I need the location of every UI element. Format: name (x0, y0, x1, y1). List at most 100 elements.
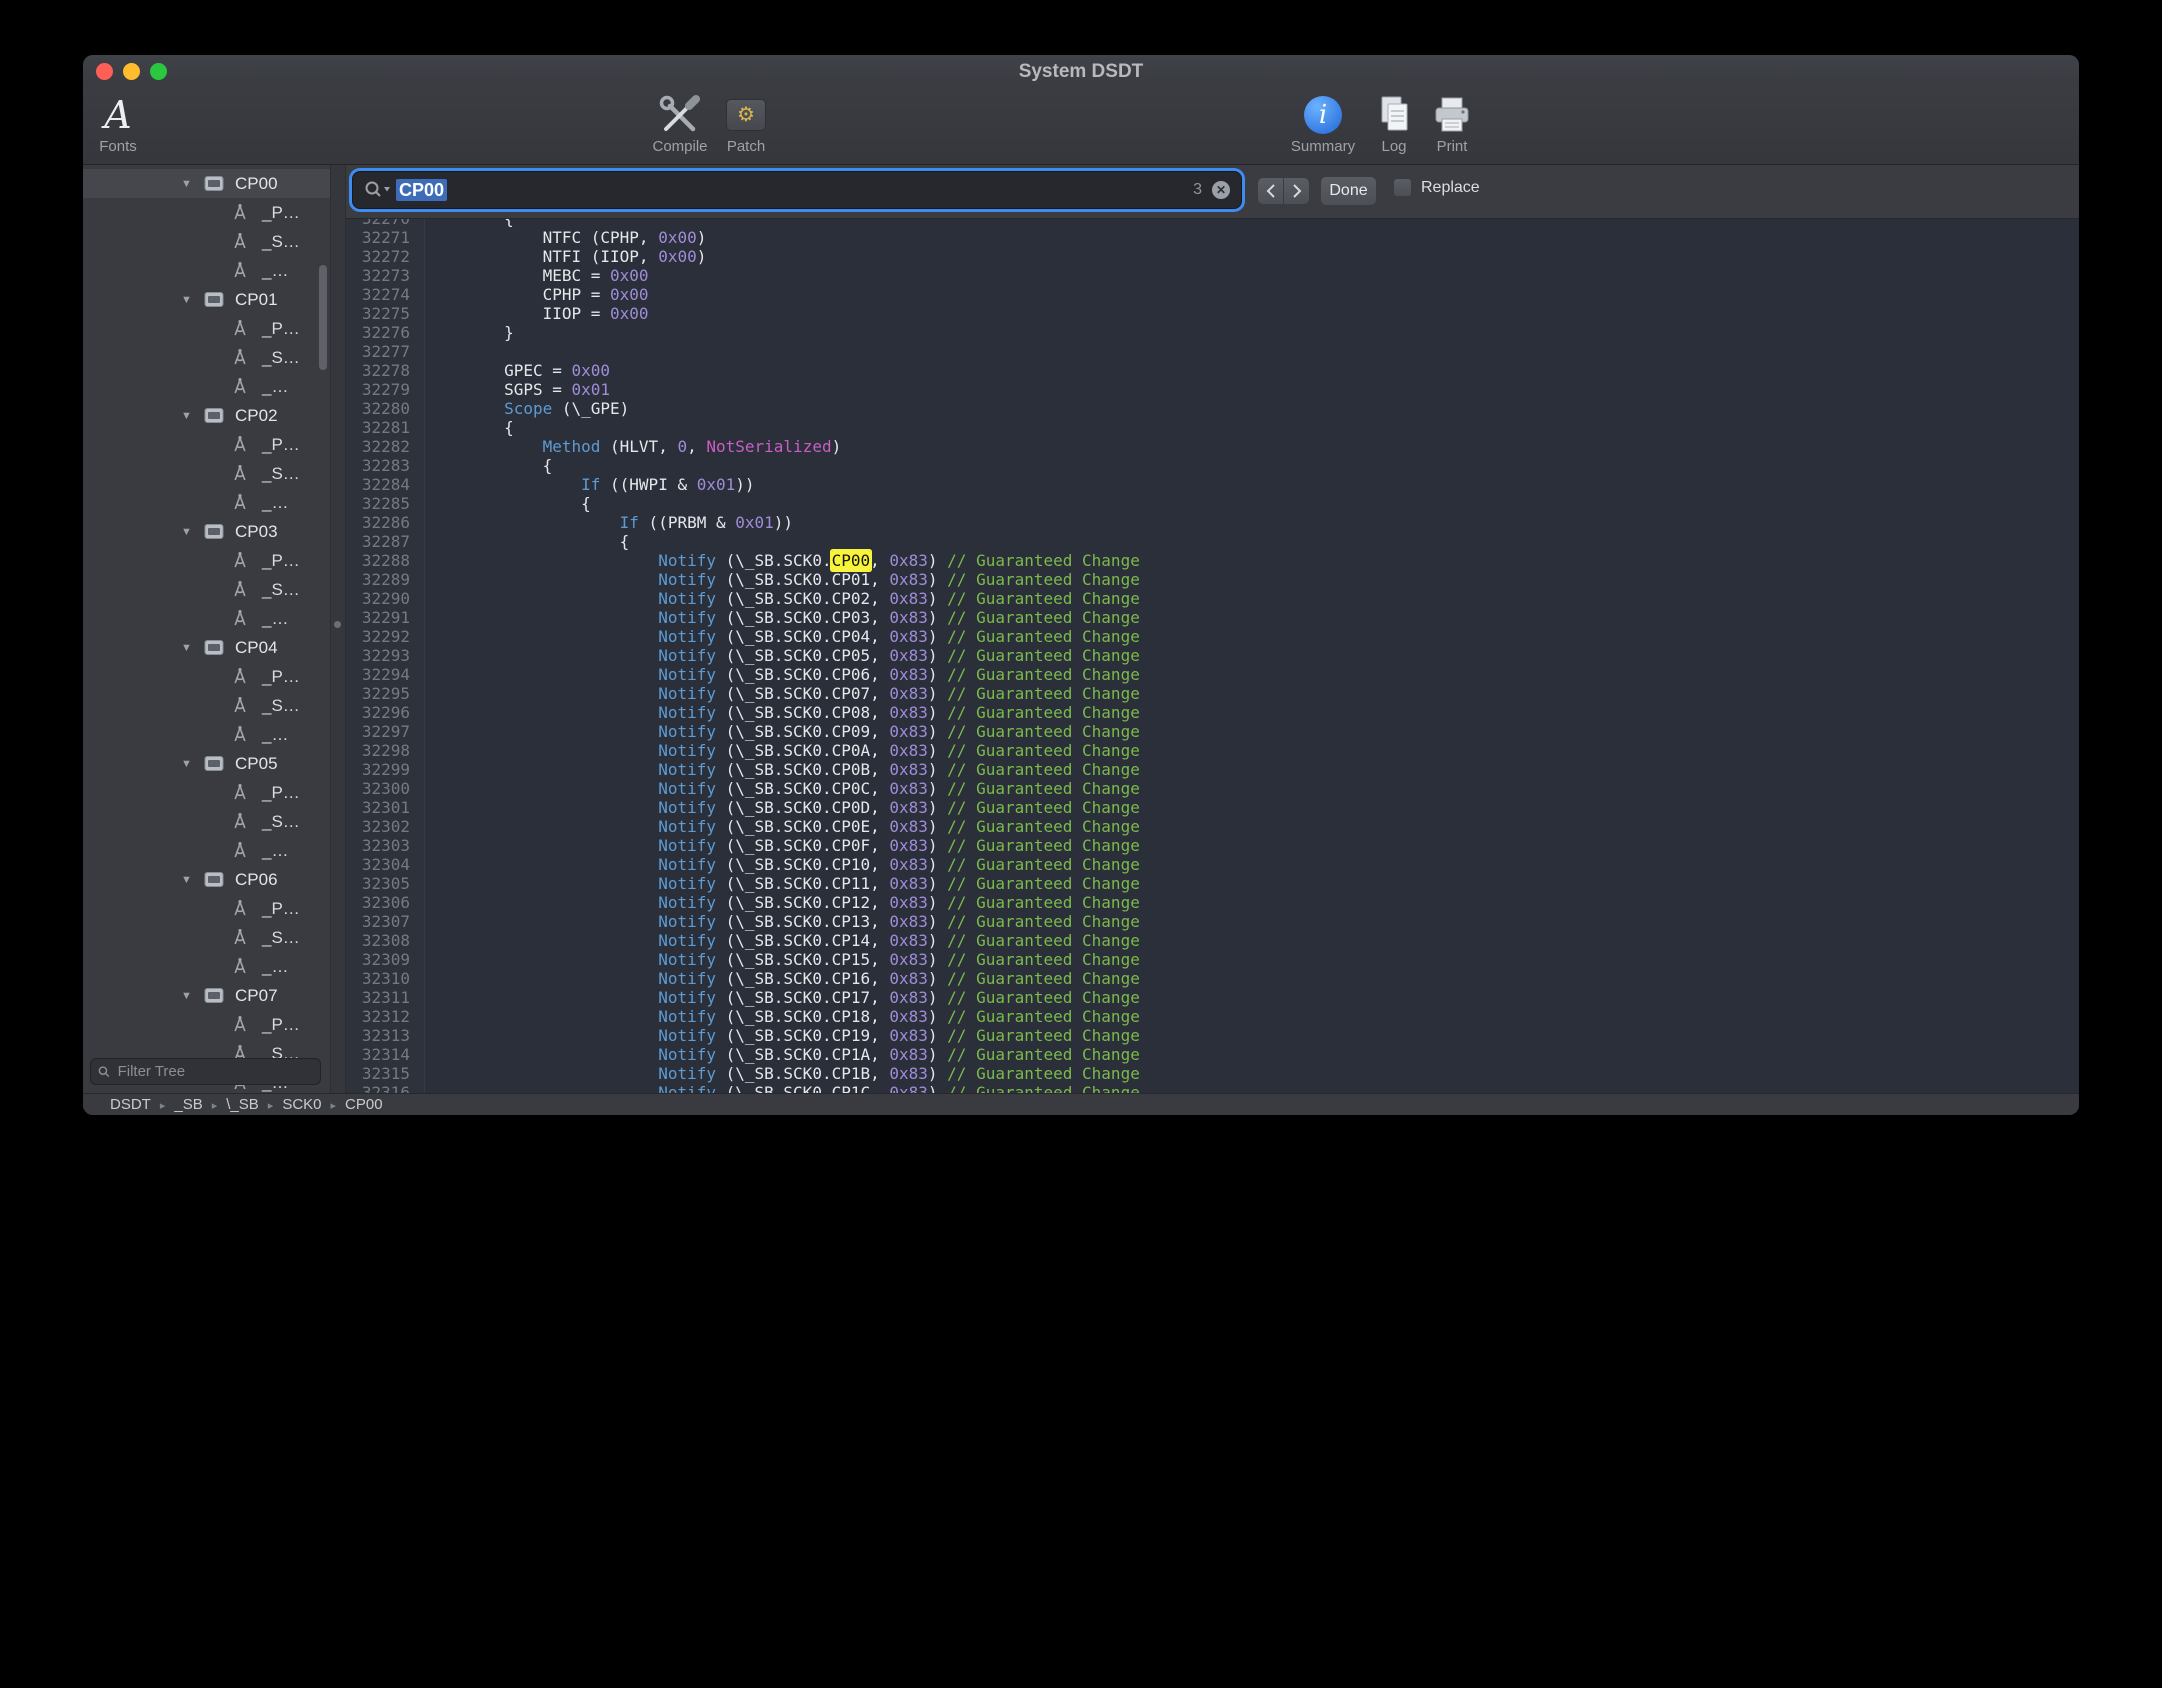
fonts-icon: A (104, 96, 131, 134)
window-title: System DSDT (83, 55, 2079, 89)
code-line: 32285 { (346, 494, 2079, 513)
close-button[interactable] (96, 63, 113, 80)
code-text: Notify (\_SB.SCK0.CP1C, 0x83) // Guarant… (424, 1083, 1140, 1093)
tree-child-item[interactable]: _… (83, 604, 330, 633)
disclosure-triangle-icon[interactable]: ▼ (181, 294, 196, 306)
code-editor[interactable]: 32270 {32271 NTFC (CPHP, 0x00)32272 NTFI… (346, 219, 2079, 1093)
search-menu-icon[interactable] (364, 180, 392, 200)
breadcrumb-item[interactable]: \_SB (226, 1096, 259, 1113)
breadcrumb-item[interactable]: SCK0 (282, 1096, 321, 1113)
breadcrumb-item[interactable]: CP00 (345, 1096, 383, 1113)
tree-child-item[interactable]: _… (83, 488, 330, 517)
tree-child-item[interactable]: _P… (83, 198, 330, 227)
line-number: 32302 (346, 817, 424, 836)
breadcrumb-separator-icon: ▸ (331, 1100, 337, 1112)
tree-item-cp03[interactable]: ▼CP03 (83, 517, 330, 546)
tree-child-item[interactable]: _P… (83, 430, 330, 459)
breadcrumb-item[interactable]: _SB (174, 1096, 202, 1113)
tree-child-item[interactable]: _… (83, 836, 330, 865)
fonts-button[interactable]: A Fonts (83, 91, 163, 155)
clear-search-icon[interactable]: ✕ (1212, 181, 1230, 199)
tree-child-item[interactable]: _S… (83, 459, 330, 488)
tree-child-item[interactable]: _… (83, 720, 330, 749)
filter-field[interactable] (90, 1058, 321, 1085)
tree-child-item[interactable]: _S… (83, 691, 330, 720)
tree-item-cp06[interactable]: ▼CP06 (83, 865, 330, 894)
code-text: Notify (\_SB.SCK0.CP0F, 0x83) // Guarant… (424, 836, 1140, 855)
print-button[interactable]: Print (1407, 91, 1497, 155)
pane-splitter[interactable] (330, 165, 346, 1093)
tree-item-cp05[interactable]: ▼CP05 (83, 749, 330, 778)
breadcrumb-separator-icon: ▸ (212, 1100, 218, 1112)
code-text: Notify (\_SB.SCK0.CP0C, 0x83) // Guarant… (424, 779, 1140, 798)
compass-icon (231, 812, 251, 831)
search-field[interactable]: CP00 3 ✕ (353, 172, 1241, 208)
tree-child-item[interactable]: _P… (83, 546, 330, 575)
tree-child-item[interactable]: _S… (83, 227, 330, 256)
compass-icon (231, 348, 251, 367)
code-text: Notify (\_SB.SCK0.CP04, 0x83) // Guarant… (424, 627, 1140, 646)
chevron-right-icon (1292, 184, 1302, 198)
code-text: Notify (\_SB.SCK0.CP0E, 0x83) // Guarant… (424, 817, 1140, 836)
code-text: Notify (\_SB.SCK0.CP10, 0x83) // Guarant… (424, 855, 1140, 874)
tree-child-item[interactable]: _S… (83, 343, 330, 372)
tree-child-item[interactable]: _P… (83, 778, 330, 807)
tree-child-item[interactable]: _S… (83, 575, 330, 604)
disclosure-triangle-icon[interactable]: ▼ (181, 874, 196, 886)
tree-item-label: _S… (262, 348, 300, 368)
sidebar-scrollbar[interactable] (319, 265, 327, 370)
minimize-button[interactable] (123, 63, 140, 80)
find-next-button[interactable] (1283, 177, 1310, 205)
tree-item-label: CP01 (235, 290, 278, 310)
line-number: 32297 (346, 722, 424, 741)
code-text: NTFC (CPHP, 0x00) (424, 228, 706, 247)
code-line: 32276 } (346, 323, 2079, 342)
code-text: If ((PRBM & 0x01)) (424, 513, 793, 532)
done-button[interactable]: Done (1320, 176, 1377, 206)
code-text: Notify (\_SB.SCK0.CP12, 0x83) // Guarant… (424, 893, 1140, 912)
disclosure-triangle-icon[interactable]: ▼ (181, 990, 196, 1002)
code-line: 32313 Notify (\_SB.SCK0.CP19, 0x83) // G… (346, 1026, 2079, 1045)
tree-item-label: CP02 (235, 406, 278, 426)
code-line: 32311 Notify (\_SB.SCK0.CP17, 0x83) // G… (346, 988, 2079, 1007)
disclosure-triangle-icon[interactable]: ▼ (181, 178, 196, 190)
tree-item-cp01[interactable]: ▼ CP01 (83, 285, 330, 314)
code-text: SGPS = 0x01 (424, 380, 610, 399)
code-text: Notify (\_SB.SCK0.CP16, 0x83) // Guarant… (424, 969, 1140, 988)
tree-item-cp04[interactable]: ▼CP04 (83, 633, 330, 662)
line-number: 32299 (346, 760, 424, 779)
disclosure-triangle-icon[interactable]: ▼ (181, 758, 196, 770)
tree-child-item[interactable]: _P… (83, 314, 330, 343)
tree-child-item[interactable]: _P… (83, 894, 330, 923)
tree-child-item[interactable]: _S… (83, 923, 330, 952)
compass-icon (231, 783, 251, 802)
filter-tree-input[interactable] (116, 1062, 313, 1081)
line-number: 32278 (346, 361, 424, 380)
tree-item-cp00[interactable]: ▼CP00 (83, 169, 330, 198)
tree-child-item[interactable]: _S… (83, 807, 330, 836)
tree-item-cp07[interactable]: ▼CP07 (83, 981, 330, 1010)
tree-child-item[interactable]: _P… (83, 1010, 330, 1039)
line-number: 32275 (346, 304, 424, 323)
find-previous-button[interactable] (1257, 177, 1284, 205)
patch-button[interactable]: ⚙ Patch (701, 91, 791, 155)
code-text: Notify (\_SB.SCK0.CP07, 0x83) // Guarant… (424, 684, 1140, 703)
tree-child-item[interactable]: _… (83, 372, 330, 401)
tree-item-label: _P… (262, 435, 300, 455)
tree-child-item[interactable]: _… (83, 256, 330, 285)
titlebar[interactable]: System DSDT (83, 55, 2079, 88)
tree-item-cp02[interactable]: ▼ CP02 (83, 401, 330, 430)
compass-icon (231, 725, 251, 744)
zoom-button[interactable] (150, 63, 167, 80)
scope-icon (204, 291, 224, 308)
tree-child-item[interactable]: _… (83, 952, 330, 981)
disclosure-triangle-icon[interactable]: ▼ (181, 642, 196, 654)
replace-checkbox[interactable] (1393, 178, 1412, 197)
disclosure-triangle-icon[interactable]: ▼ (181, 526, 196, 538)
find-bar: CP00 3 ✕ Done Replace (346, 165, 2079, 219)
line-number: 32313 (346, 1026, 424, 1045)
tree-child-item[interactable]: _P… (83, 662, 330, 691)
breadcrumb-item[interactable]: DSDT (110, 1096, 151, 1113)
line-number: 32281 (346, 418, 424, 437)
disclosure-triangle-icon[interactable]: ▼ (181, 410, 196, 422)
